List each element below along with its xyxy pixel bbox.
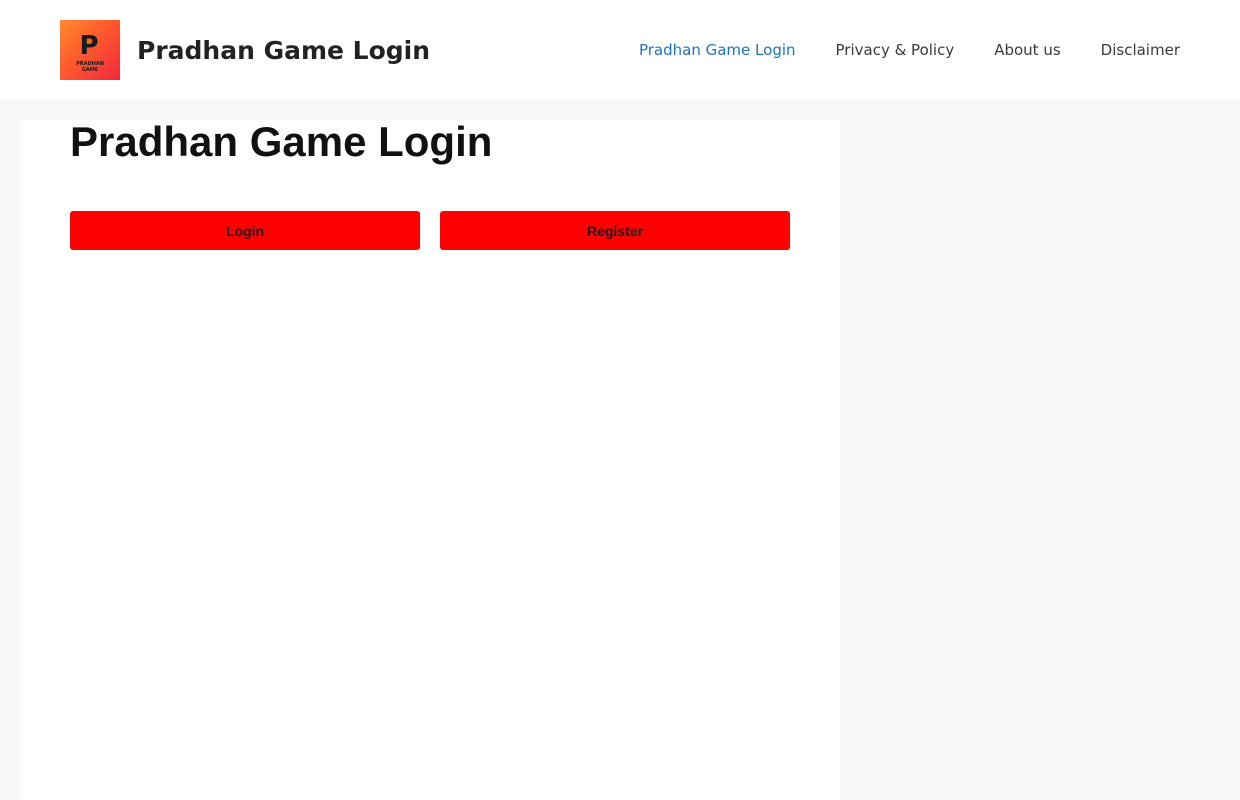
page-title: Pradhan Game Login [70, 118, 493, 165]
logo-caption-line2: GAME [82, 67, 99, 73]
main-navigation: Pradhan Game Login Privacy & Policy Abou… [639, 0, 1180, 100]
site-branding: P PRADHAN GAME Pradhan Game Login [60, 20, 430, 80]
main-content: Pradhan Game Login Login Register [20, 120, 840, 800]
nav-link-about-us[interactable]: About us [994, 41, 1060, 59]
register-button[interactable]: Register [440, 211, 790, 250]
nav-link-disclaimer[interactable]: Disclaimer [1101, 41, 1180, 59]
nav-link-privacy-policy[interactable]: Privacy & Policy [836, 41, 955, 59]
pradhan-game-logo-icon: P PRADHAN GAME [76, 31, 104, 73]
logo-letter: P [79, 31, 98, 61]
nav-link-pradhan-game-login[interactable]: Pradhan Game Login [639, 41, 796, 59]
site-title-link[interactable]: Pradhan Game Login [137, 36, 430, 65]
login-button[interactable]: Login [70, 211, 420, 250]
site-logo[interactable]: P PRADHAN GAME [60, 20, 120, 80]
site-header: P PRADHAN GAME Pradhan Game Login Pradha… [0, 0, 1240, 100]
